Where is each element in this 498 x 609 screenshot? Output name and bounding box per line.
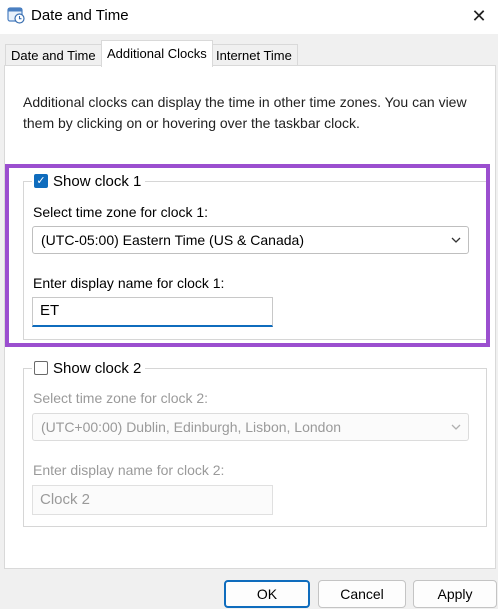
tab-internet-time[interactable]: Internet Time [210,44,298,66]
clock2-timezone-value: (UTC+00:00) Dublin, Edinburgh, Lisbon, L… [41,419,342,435]
clock1-checkbox-row[interactable]: ✓ Show clock 1 [32,171,146,191]
cancel-button[interactable]: Cancel [318,580,406,608]
ok-button[interactable]: OK [224,580,310,608]
clock1-checkbox[interactable]: ✓ [34,174,48,188]
clock1-display-label: Enter display name for clock 1: [33,275,225,291]
window-title: Date and Time [31,7,129,24]
clock2-checkbox-row[interactable]: Show clock 2 [32,358,146,378]
apply-button[interactable]: Apply [413,580,497,608]
chevron-down-icon [450,227,462,263]
clock2-display-label: Enter display name for clock 2: [33,462,225,478]
clock1-timezone-select[interactable]: (UTC-05:00) Eastern Time (US & Canada) [32,226,469,254]
title-bar: Date and Time ✕ [0,0,498,34]
clock2-checkbox-label: Show clock 2 [53,359,142,377]
clock1-timezone-label: Select time zone for clock 1: [33,204,209,220]
clock2-checkbox[interactable] [34,361,48,375]
clock1-checkbox-label: Show clock 1 [53,172,142,190]
chevron-down-icon [450,414,462,450]
clock2-display-name-field[interactable]: Clock 2 [32,485,273,515]
clock2-timezone-label: Select time zone for clock 2: [33,390,209,406]
clock1-display-name-field[interactable]: ET [32,297,273,327]
clock1-timezone-value: (UTC-05:00) Eastern Time (US & Canada) [41,232,304,248]
description-text: Additional clocks can display the time i… [23,94,467,131]
tab-additional-clocks[interactable]: Additional Clocks [101,40,213,67]
tab-date-and-time[interactable]: Date and Time [5,44,102,66]
clock2-timezone-select[interactable]: (UTC+00:00) Dublin, Edinburgh, Lisbon, L… [32,413,469,441]
calendar-clock-icon [7,6,25,24]
close-icon[interactable]: ✕ [468,5,490,27]
